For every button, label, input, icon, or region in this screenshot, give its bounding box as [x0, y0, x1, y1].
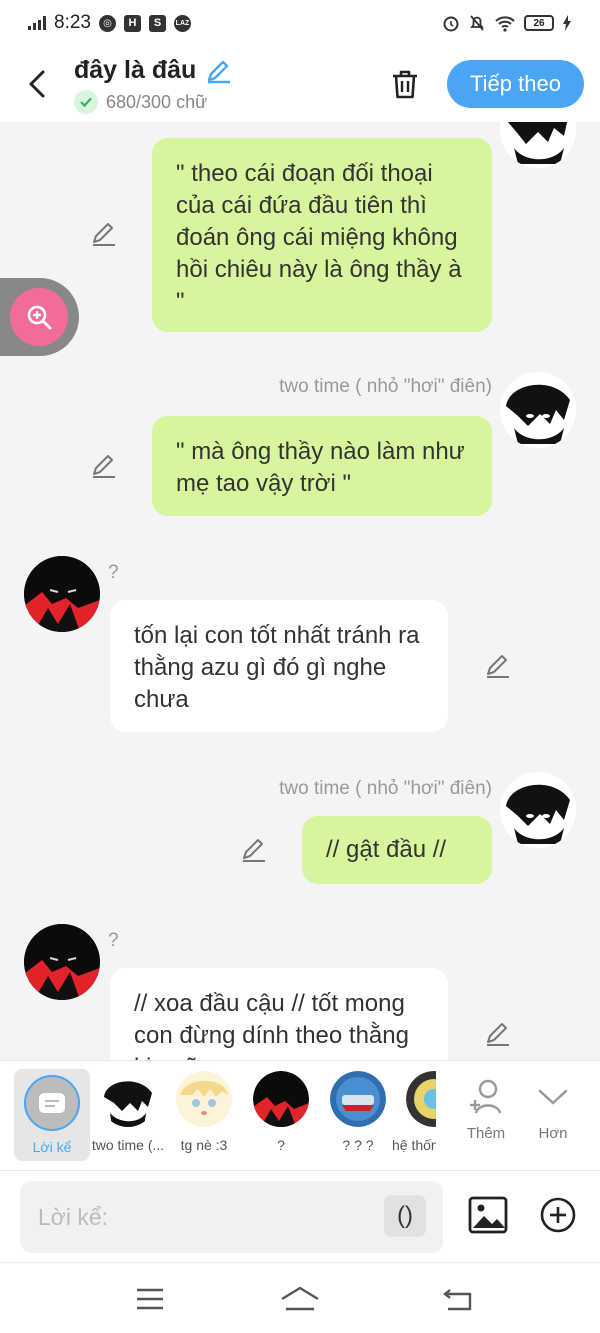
- zoom-tab[interactable]: [0, 278, 79, 356]
- sender-name: two time ( nhỏ "hơi" điên): [279, 376, 492, 397]
- edit-message-icon[interactable]: [90, 220, 118, 248]
- signal-icon: [28, 16, 46, 30]
- menu-icon: [137, 1288, 163, 1310]
- avatar-two-time[interactable]: [500, 372, 576, 448]
- sender-name: ?: [108, 930, 119, 951]
- message-bubble[interactable]: " theo cái đoạn đối thoại của cái đứa đầ…: [152, 138, 492, 332]
- more-label: Hơn: [538, 1125, 568, 1142]
- message-input[interactable]: [20, 1181, 380, 1253]
- chat-area[interactable]: " theo cái đoạn đối thoại của cái đứa đầ…: [0, 122, 600, 1060]
- character-tg[interactable]: tg nè :3: [166, 1071, 242, 1153]
- zoom-button[interactable]: [10, 288, 68, 346]
- character-avatar: [406, 1071, 436, 1127]
- character-question[interactable]: ? ? ?: [320, 1071, 396, 1153]
- home-icon: [281, 1286, 319, 1311]
- zoom-in-icon: [27, 305, 52, 330]
- parentheses-button[interactable]: (): [384, 1195, 426, 1237]
- edit-message-icon[interactable]: [484, 652, 512, 680]
- avatar-unknown[interactable]: [24, 556, 100, 632]
- message-bubble[interactable]: // xoa đầu cậu // tốt mong con đừng dính…: [110, 968, 448, 1060]
- back-arrow-icon: [29, 70, 45, 98]
- status-time: 8:23: [54, 12, 91, 33]
- h-app-icon: H: [123, 14, 141, 32]
- character-avatar: [253, 1071, 309, 1127]
- edit-message-icon[interactable]: [484, 1020, 512, 1048]
- character-unknown[interactable]: ?: [243, 1071, 319, 1153]
- insert-image-button[interactable]: [468, 1195, 510, 1237]
- character-label: ?: [277, 1137, 285, 1153]
- character-label: ? ? ?: [342, 1137, 374, 1153]
- trash-icon: [393, 70, 417, 99]
- return-icon: [443, 1289, 472, 1311]
- title-text: đây là đâu: [74, 56, 197, 84]
- message-input-wrap: (): [20, 1181, 443, 1253]
- avatar-two-time[interactable]: [500, 772, 576, 848]
- character-avatar: [100, 1071, 156, 1127]
- laz-app-icon: LAZ: [173, 14, 191, 32]
- character-avatar: [176, 1071, 232, 1127]
- edit-message-icon[interactable]: [90, 452, 118, 480]
- header: đây là đâu 680/300 chữ Tiếp theo: [0, 46, 600, 122]
- home-nav-button[interactable]: [280, 1283, 320, 1315]
- message-bubble[interactable]: " mà ông thầy nào làm như mẹ tao vậy trờ…: [152, 416, 492, 516]
- status-bar: 8:23 ◎ H S LAZ 26: [0, 0, 600, 46]
- message-bubble[interactable]: tốn lại con tốt nhất tránh ra thằng azu …: [110, 600, 448, 732]
- character-narrator[interactable]: Lời kể: [14, 1069, 90, 1161]
- plus-circle-icon: [540, 1197, 576, 1233]
- input-bar: (): [0, 1170, 600, 1262]
- back-button[interactable]: [22, 64, 52, 104]
- edit-title-icon[interactable]: [204, 57, 232, 85]
- add-label: Thêm: [466, 1125, 506, 1142]
- character-label: hệ thống: [392, 1137, 436, 1153]
- alarm-icon: [443, 16, 459, 32]
- check-icon: [74, 90, 98, 114]
- character-avatar: [330, 1071, 386, 1127]
- app-notification-icon: ◎: [98, 14, 116, 32]
- sender-name: two time ( nhỏ "hơi" điên): [279, 778, 492, 799]
- character-label: tg nè :3: [180, 1137, 228, 1153]
- message-bubble[interactable]: // gật đầu //: [302, 816, 492, 884]
- character-label: Lời kể: [32, 1139, 72, 1155]
- sender-name: ?: [108, 562, 119, 583]
- add-more-button[interactable]: [540, 1197, 578, 1235]
- next-button[interactable]: Tiếp theo: [447, 60, 584, 108]
- character-bar: Lời kể two time (... tg nè :3 ? ? ? ? hệ…: [0, 1060, 600, 1170]
- add-person-icon: [470, 1079, 502, 1114]
- delete-button[interactable]: [386, 64, 424, 104]
- character-label: two time (...: [91, 1137, 165, 1153]
- battery-icon: 26: [524, 15, 554, 31]
- add-character-button[interactable]: Thêm: [456, 1075, 516, 1142]
- mute-icon: [470, 15, 484, 31]
- charging-icon: [563, 15, 571, 31]
- narrator-avatar: [24, 1075, 80, 1131]
- menu-nav-button[interactable]: [130, 1283, 170, 1315]
- chevron-down-icon: [538, 1089, 568, 1105]
- system-nav-bar: [0, 1262, 600, 1333]
- word-count: 680/300 chữ: [106, 91, 208, 112]
- edit-message-icon[interactable]: [240, 836, 268, 864]
- word-count-row: 680/300 chữ: [74, 90, 207, 114]
- story-title[interactable]: đây là đâu: [74, 56, 232, 85]
- more-button[interactable]: Hơn: [523, 1075, 583, 1142]
- character-two-time[interactable]: two time (...: [90, 1071, 166, 1153]
- wifi-icon: [495, 16, 515, 32]
- character-system[interactable]: hệ thống: [392, 1071, 436, 1153]
- shop-app-icon: S: [148, 14, 166, 32]
- avatar-unknown[interactable]: [24, 924, 100, 1000]
- image-icon: [468, 1196, 508, 1234]
- avatar-two-time[interactable]: [500, 122, 576, 168]
- back-nav-button[interactable]: [438, 1283, 478, 1315]
- narration-icon: [39, 1093, 65, 1113]
